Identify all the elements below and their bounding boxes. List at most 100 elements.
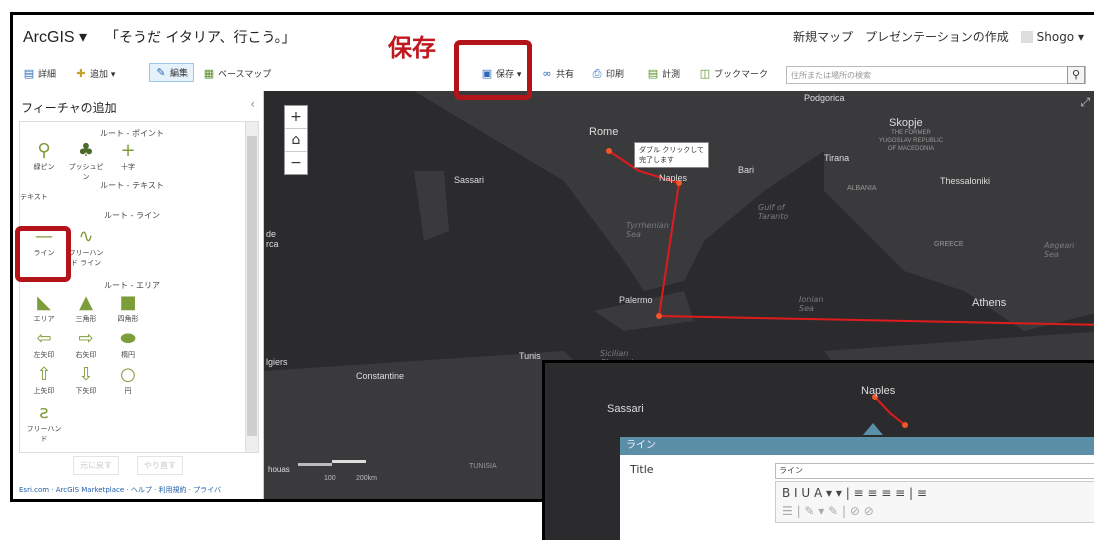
sea-label: Tyrrhenian Sea (626, 221, 669, 239)
format-row[interactable]: B I U A ▾ ▾ | ≡ ≡ ≡ ≡ | ≡ (782, 484, 1094, 502)
template-freehand-area[interactable]: ꙅ フリーハンド (24, 402, 64, 444)
map-label: Thessaloniki (940, 176, 991, 186)
collapse-icon[interactable]: ‹ (250, 97, 255, 111)
template-cross[interactable]: + 十字 (108, 140, 148, 172)
template-down-arrow[interactable]: ⇩ 下矢印 (66, 364, 106, 396)
map-label: Rome (589, 126, 619, 138)
add-button[interactable]: ✚ 追加 ▾ (75, 67, 115, 80)
zoom-in-button[interactable]: + (285, 106, 307, 129)
zoom-out-button[interactable]: − (285, 152, 307, 174)
title-field-label: Title (630, 463, 654, 476)
template-triangle[interactable]: ▲ 三角形 (66, 292, 106, 324)
fullscreen-icon[interactable]: ⤢ (1080, 95, 1090, 110)
freehand-line-icon: ∿ (78, 226, 94, 247)
map-label: THE FORMER YUGOSLAV REPUBLIC OF MACEDONI… (878, 130, 944, 152)
template-green-pin[interactable]: ⚲ 緑ピン (24, 140, 64, 172)
search-input[interactable]: 住所または場所の検索 ⚲ (786, 66, 1086, 84)
new-map-link[interactable]: 新規マップ (793, 28, 853, 45)
edit-button[interactable]: ✎ 編集 (149, 63, 195, 82)
section-line: ルート - ライン (104, 211, 160, 220)
map-label: GREECE (934, 241, 964, 248)
basemap-icon: ▦ (203, 66, 215, 80)
bookmark-icon: ◫ (699, 66, 711, 80)
template-circle[interactable]: ○ 円 (108, 364, 148, 396)
map-label: Palermo (619, 295, 653, 305)
user-name: Shogo ▾ (1036, 29, 1084, 44)
circle-icon: ○ (120, 364, 136, 385)
details-icon: ▤ (23, 66, 35, 80)
inset-map: Sassari Naples ライン Title ライン B I U A ▾ ▾… (545, 363, 1094, 540)
template-pushpin[interactable]: ♣ プッシュピン (66, 140, 106, 182)
popup-header: ライン (620, 437, 1094, 455)
map-label: ALBANIA (847, 185, 877, 192)
map-label: Podgorica (804, 93, 845, 103)
template-rectangle[interactable]: ■ 四角形 (108, 292, 148, 324)
map-label: Athens (972, 297, 1007, 309)
add-layer-icon: ✚ (76, 66, 86, 80)
map-label: Tirana (824, 153, 850, 163)
print-button[interactable]: ⎙ 印刷 (591, 67, 624, 80)
map-label: Naples (659, 173, 688, 183)
freehand-area-icon: ꙅ (39, 402, 49, 423)
map-label: TUNISIA (469, 463, 497, 470)
area-icon: ◣ (37, 292, 51, 313)
template-text[interactable]: テキスト (20, 192, 60, 202)
title-field[interactable]: ライン (775, 463, 1094, 479)
map-label: lgiers (266, 357, 288, 367)
template-freehand-line[interactable]: ∿ フリーハンド ライン (66, 226, 106, 268)
details-button[interactable]: ▤ 詳細 (23, 67, 56, 80)
basemap-button[interactable]: ▦ ベースマップ (203, 67, 271, 80)
sea-label: Aegean Sea (1044, 241, 1075, 259)
inset-screenshot: Sassari Naples ライン Title ライン B I U A ▾ ▾… (542, 360, 1094, 540)
ellipse-icon: ⬬ (120, 328, 136, 349)
user-menu[interactable]: Shogo ▾ (1020, 29, 1084, 44)
cross-icon: + (120, 140, 136, 161)
map-label: Sassari (607, 403, 644, 415)
scrollbar-thumb[interactable] (247, 136, 257, 436)
map-label: rca (266, 239, 279, 249)
template-left-arrow[interactable]: ⇦ 左矢印 (24, 328, 64, 360)
template-area[interactable]: ◣ エリア (24, 292, 64, 324)
toolbar: ▤ 詳細 ✚ 追加 ▾ ✎ 編集 ▦ ベースマップ ▣ 保存 ▾ ∞ 共有 ⎙ 印刷 ▤ 計測 … (13, 57, 1094, 92)
search-icon[interactable]: ⚲ (1067, 66, 1085, 84)
create-presentation-link[interactable]: プレゼンテーションの作成 (865, 28, 1009, 45)
right-arrow-icon: ⇨ (78, 328, 94, 349)
map-label: Constantine (356, 371, 405, 381)
scale-label: 200km (356, 475, 378, 482)
rectangle-icon: ■ (119, 292, 137, 313)
section-text: ルート - テキスト (100, 181, 164, 190)
undo-button[interactable]: 元に戻す (73, 456, 119, 475)
map-label: Bari (738, 165, 755, 175)
template-right-arrow[interactable]: ⇨ 右矢印 (66, 328, 106, 360)
triangle-icon: ▲ (79, 292, 93, 313)
save-highlight-box (454, 40, 532, 100)
map-label: houas (268, 465, 290, 474)
measure-button[interactable]: ▤ 計測 (647, 67, 680, 80)
bookmark-button[interactable]: ◫ ブックマーク (699, 67, 768, 80)
pushpin-icon: ♣ (77, 140, 95, 161)
panel-scrollbar[interactable] (245, 122, 258, 452)
footer-links[interactable]: Esri.com · ArcGIS Marketplace · ヘルプ · 利用… (19, 485, 221, 495)
line-highlight-box (15, 226, 71, 282)
map-label: Skopje (889, 117, 923, 129)
redo-button[interactable]: やり直す (137, 456, 183, 475)
template-up-arrow[interactable]: ⇧ 上矢印 (24, 364, 64, 396)
share-button[interactable]: ∞ 共有 (541, 67, 574, 80)
scale-label: 100 (324, 475, 336, 482)
template-ellipse[interactable]: ⬬ 楕円 (108, 328, 148, 360)
map-label: Naples (861, 385, 896, 397)
share-icon: ∞ (542, 66, 552, 80)
home-icon[interactable]: ⌂ (285, 129, 307, 152)
arcgis-menu[interactable]: ArcGIS ▾ (23, 27, 87, 47)
map-label: Sassari (454, 175, 485, 185)
measure-icon: ▤ (647, 66, 659, 80)
popup-body: Title ライン B I U A ▾ ▾ | ≡ ≡ ≡ ≡ | ≡ ☰ | … (620, 455, 1094, 540)
avatar (1020, 31, 1033, 43)
rich-text-toolbar[interactable]: B I U A ▾ ▾ | ≡ ≡ ≡ ≡ | ≡ ☰ | ✎ ▾ ✎ | ⊘ … (775, 481, 1094, 523)
print-icon: ⎙ (592, 66, 602, 80)
pin-icon: ⚲ (37, 140, 51, 161)
header-actions: 新規マップ プレゼンテーションの作成 Shogo ▾ (793, 28, 1084, 45)
down-arrow-icon: ⇩ (78, 364, 94, 385)
format-row-2[interactable]: ☰ | ✎ ▾ ✎ | ⊘ ⊘ (782, 502, 1094, 520)
header: ArcGIS ▾ 「そうだ イタリア、行こう。」 新規マップ プレゼンテーション… (13, 15, 1094, 57)
